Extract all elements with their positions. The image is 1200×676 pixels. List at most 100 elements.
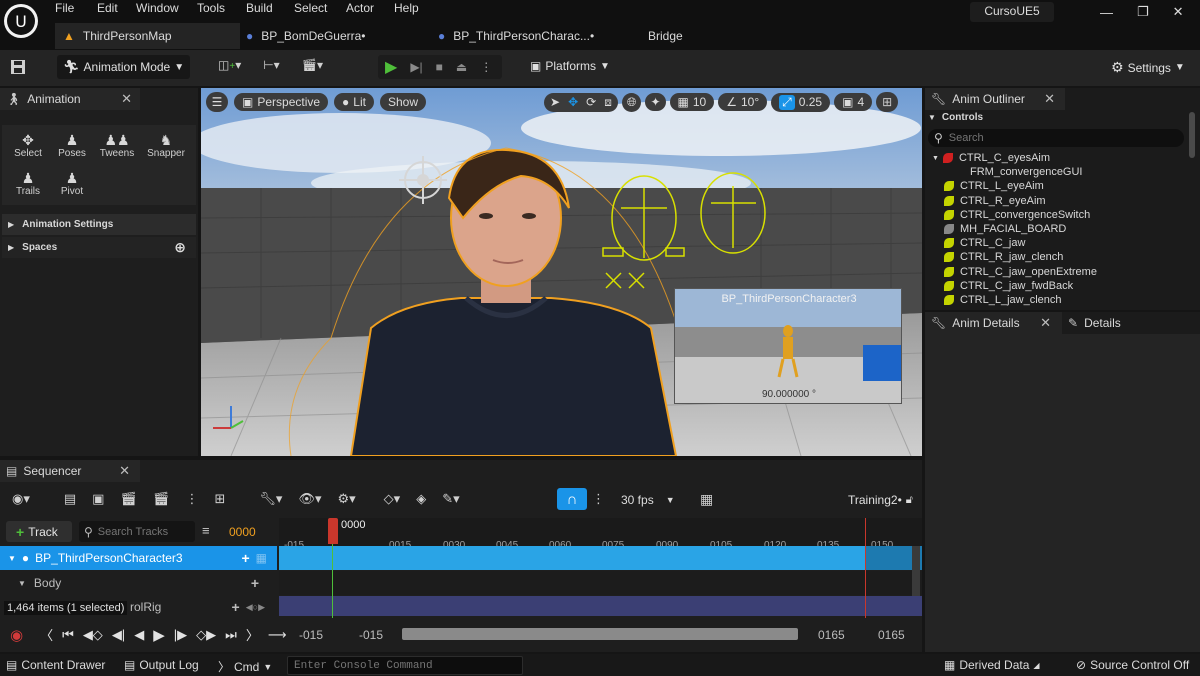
animation-mode-dropdown[interactable]: 🏃︎ Animation Mode ▼ bbox=[57, 55, 190, 79]
outliner-search-input[interactable] bbox=[948, 132, 1149, 144]
key-nav-icon[interactable]: ◀○▶ bbox=[246, 602, 265, 613]
menu-build[interactable]: Build bbox=[246, 1, 294, 15]
list-item[interactable]: CTRL_C_jaw_fwdBack bbox=[932, 279, 1182, 293]
go-to-end-icon[interactable]: 〉 bbox=[246, 625, 259, 644]
list-item[interactable]: CTRL_L_jaw_clench bbox=[932, 293, 1182, 307]
track-row-character[interactable]: ▼ ● BP_ThirdPersonCharacter3 + ▦ bbox=[0, 546, 277, 570]
controls-section-header[interactable]: ▼ Controls bbox=[928, 112, 983, 123]
add-subtrack-icon[interactable]: + bbox=[232, 599, 240, 615]
blueprint-icon[interactable]: ⊢▾ bbox=[263, 58, 279, 72]
list-item[interactable]: CTRL_L_eyeAim bbox=[932, 179, 1182, 193]
add-subtrack-icon[interactable]: + bbox=[241, 550, 249, 566]
tool-snapper[interactable]: ♞ Snapper bbox=[142, 132, 190, 159]
eject-icon[interactable]: ⏏ bbox=[456, 60, 467, 74]
next-key-icon[interactable]: ◇▶ bbox=[196, 627, 216, 643]
range-end-b[interactable]: 0165 bbox=[878, 628, 905, 642]
section-animation-settings[interactable]: ▶ Animation Settings bbox=[2, 214, 196, 235]
tool-poses[interactable]: ♟ Poses bbox=[52, 132, 92, 159]
play-reverse-icon[interactable]: ◀ bbox=[134, 627, 144, 643]
eye-dropdown-icon[interactable]: 👁︎▾ bbox=[298, 491, 321, 507]
more-options-icon[interactable]: ⋮ bbox=[480, 60, 492, 74]
anim-outliner-tab[interactable]: 🔧︎ Anim Outliner ✕ bbox=[925, 88, 1065, 110]
rotate-icon[interactable]: ⟳ bbox=[586, 95, 596, 109]
track-search[interactable]: ⚲ bbox=[79, 521, 195, 542]
list-item[interactable]: CTRL_R_eyeAim bbox=[932, 194, 1182, 208]
close-icon[interactable]: ✕ bbox=[1173, 4, 1184, 20]
menu-edit[interactable]: Edit bbox=[97, 1, 136, 15]
minimize-icon[interactable]: — bbox=[1100, 5, 1113, 20]
move-icon[interactable]: ✥ bbox=[568, 95, 578, 109]
current-frame-field[interactable]: 0000 bbox=[229, 525, 256, 539]
grid-snap-button[interactable]: ▦ 10 bbox=[669, 93, 715, 111]
lock-icon[interactable]: 🔓︎ bbox=[906, 494, 913, 507]
tool-tweens[interactable]: ♟♟ Tweens bbox=[92, 132, 142, 159]
add-subtrack-icon[interactable]: + bbox=[251, 575, 259, 591]
camera-speed-button[interactable]: ▣ 4 bbox=[834, 93, 873, 111]
range-end-a[interactable]: 0165 bbox=[818, 628, 845, 642]
timeline-scroll[interactable] bbox=[912, 546, 920, 596]
save-icon[interactable] bbox=[9, 58, 27, 76]
snap-magnet-icon[interactable]: ∩ bbox=[557, 488, 587, 510]
menu-file[interactable]: File bbox=[55, 1, 97, 15]
clapper-icon[interactable]: 🎬︎ bbox=[153, 491, 170, 507]
source-control-button[interactable]: ⊘ Source Control Off bbox=[1076, 658, 1189, 672]
content-drawer-button[interactable]: ▤ Content Drawer bbox=[6, 658, 105, 672]
select-arrow-icon[interactable]: ➤ bbox=[550, 95, 560, 109]
tab-third-person-map[interactable]: ▲ ThirdPersonMap bbox=[55, 23, 240, 49]
more-options-icon[interactable]: ⋮ bbox=[186, 491, 199, 507]
menu-window[interactable]: Window bbox=[136, 1, 197, 15]
angle-snap-button[interactable]: ∠ 10° bbox=[718, 93, 768, 111]
cmd-dropdown[interactable]: 〉 Cmd ▼ bbox=[218, 658, 272, 675]
tool-trails[interactable]: ♟ Trails bbox=[4, 170, 52, 197]
close-icon[interactable]: ✕ bbox=[119, 463, 130, 479]
curve-editor-icon[interactable]: ✎▾ bbox=[442, 491, 459, 507]
world-icon[interactable]: ◉▾ bbox=[12, 491, 30, 507]
close-icon[interactable]: ✕ bbox=[1040, 315, 1051, 331]
scale-snap-button[interactable]: ⤢ 0.25 bbox=[771, 92, 831, 112]
range-start-a[interactable]: -015 bbox=[299, 628, 323, 642]
tool-select[interactable]: ✥ Select bbox=[4, 132, 52, 159]
record-icon[interactable]: ◉ bbox=[10, 626, 23, 644]
outliner-search[interactable]: ⚲ bbox=[928, 129, 1184, 147]
key-diamond-icon[interactable]: ◇▾ bbox=[384, 491, 401, 507]
track-filters-icon[interactable]: ▦ bbox=[700, 491, 713, 508]
menu-tools[interactable]: Tools bbox=[197, 1, 246, 15]
details-tab[interactable]: ✎ Details bbox=[1062, 312, 1200, 334]
tab-bp-thirdpersoncharacter[interactable]: ● BP_ThirdPersonCharac...• bbox=[438, 23, 594, 49]
step-back-key-icon[interactable]: ⏮︎ bbox=[62, 627, 74, 643]
more-options-icon[interactable]: ⋮ bbox=[592, 491, 605, 507]
settings-button[interactable]: ⚙ Settings ▼ bbox=[1111, 59, 1185, 76]
outliner-scrollbar[interactable] bbox=[1189, 112, 1195, 158]
surface-snap-icon[interactable]: ✦ bbox=[645, 93, 666, 111]
list-item[interactable]: FRM_convergenceGUI bbox=[932, 165, 1182, 179]
list-item[interactable]: CTRL_C_jaw bbox=[932, 236, 1182, 250]
track-row-body[interactable]: ▼ Body + bbox=[0, 571, 277, 595]
render-movie-icon[interactable]: 🎬︎ bbox=[120, 491, 137, 507]
track-search-input[interactable] bbox=[97, 525, 188, 538]
find-asset-icon[interactable]: ▣ bbox=[92, 491, 104, 507]
step-forward-key-icon[interactable]: ⏭︎ bbox=[225, 627, 237, 643]
stop-icon[interactable]: ■ bbox=[436, 60, 443, 74]
add-space-icon[interactable]: ⊕ bbox=[174, 239, 186, 256]
range-start-b[interactable]: -015 bbox=[359, 628, 383, 642]
derived-data-button[interactable]: ▦ Derived Data ◢ bbox=[944, 658, 1040, 672]
lit-button[interactable]: ● Lit bbox=[334, 93, 374, 111]
list-item[interactable]: CTRL_R_jaw_clench bbox=[932, 250, 1182, 264]
step-forward-icon[interactable]: |▶ bbox=[174, 627, 187, 643]
animation-panel-tab[interactable]: 🚶︎ Animation ✕ bbox=[0, 88, 140, 110]
list-item[interactable]: CTRL_C_jaw_openExtreme bbox=[932, 265, 1182, 279]
tab-bridge[interactable]: Bridge bbox=[648, 23, 683, 49]
cinematics-icon[interactable]: 🎬︎▾ bbox=[302, 58, 323, 72]
actor-options-icon[interactable]: ▦ bbox=[256, 551, 267, 565]
anim-details-tab[interactable]: 🔧︎ Anim Details ✕ bbox=[925, 312, 1061, 334]
show-button[interactable]: Show bbox=[379, 93, 427, 111]
add-actor-icon[interactable]: ◫+▾ bbox=[218, 58, 241, 72]
fps-dropdown[interactable]: 30 fps ▼ bbox=[621, 493, 675, 507]
platforms-dropdown[interactable]: ▣ Platforms ▼ bbox=[530, 59, 610, 73]
maximize-icon[interactable]: ❐ bbox=[1137, 4, 1149, 20]
menu-help[interactable]: Help bbox=[394, 1, 419, 15]
unreal-logo-icon[interactable]: U bbox=[4, 4, 38, 38]
list-item[interactable]: CTRL_convergenceSwitch bbox=[932, 208, 1182, 222]
playhead-marker[interactable] bbox=[328, 518, 338, 544]
play-icon[interactable]: ▶ bbox=[385, 57, 397, 77]
